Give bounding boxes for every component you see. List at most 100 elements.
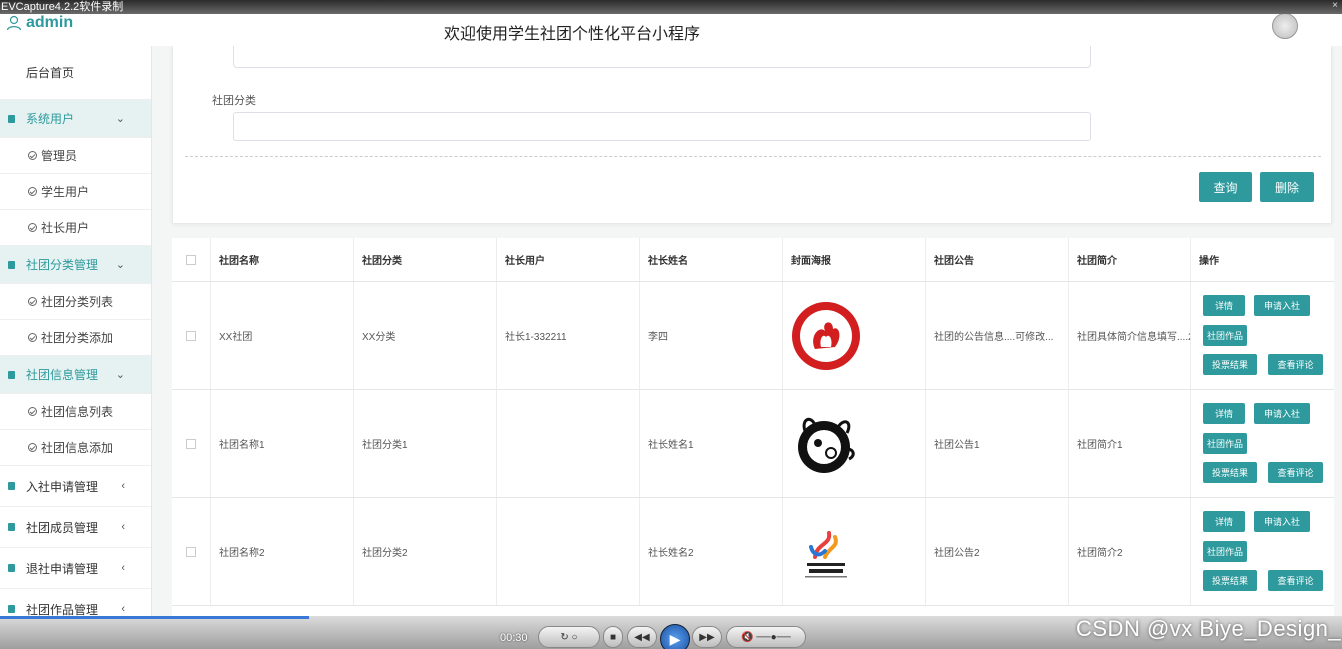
column-header[interactable]: 社团分类 [353, 238, 496, 281]
column-header[interactable]: 社团简介 [1068, 238, 1190, 281]
rewind-icon[interactable]: ◀◀ [627, 626, 657, 648]
view-comments-button[interactable]: 查看评论 [1268, 462, 1323, 483]
cell-name: 社团名称1 [210, 390, 353, 497]
chevron-down-icon: ⌄ [115, 113, 125, 125]
stop-icon[interactable]: ■ [603, 626, 623, 648]
sidebar-group-club-category[interactable]: 社团分类管理 ⌄ [0, 246, 151, 284]
select-all-checkbox[interactable] [186, 254, 196, 265]
playback-time: 00:30 [500, 632, 528, 644]
cell-category: 社团分类1 [353, 390, 496, 497]
category-search-input[interactable] [233, 112, 1091, 141]
sidebar-item-label: 社团信息列表 [41, 405, 114, 419]
row-checkbox[interactable] [186, 546, 196, 557]
view-comments-button[interactable]: 查看评论 [1268, 570, 1323, 591]
table-header-row: 社团名称 社团分类 社长用户 社长姓名 封面海报 社团公告 社团简介 操作 [172, 238, 1334, 282]
menu-group-icon [8, 564, 15, 572]
main-content: 社团分类 查询 删除 社团名称 社团分类 社长用户 社长姓名 封面海报 社团公告… [157, 42, 1342, 638]
club-works-button[interactable]: 社团作品 [1203, 325, 1247, 346]
view-comments-button[interactable]: 查看评论 [1268, 354, 1323, 375]
detail-button[interactable]: 详情 [1203, 295, 1245, 316]
capture-title-bar: EVCapture4.2.2软件录制 × [0, 0, 1342, 14]
sidebar-group-members[interactable]: 社团成员管理 ‹ [0, 507, 151, 548]
cell-notice: 社团公告1 [925, 390, 1068, 497]
cell-leader-user: 社长1-332211 [496, 282, 639, 389]
column-header[interactable]: 社团名称 [210, 238, 353, 281]
sidebar-group-club-info[interactable]: 社团信息管理 ⌄ [0, 356, 151, 394]
cell-category: XX分类 [353, 282, 496, 389]
search-panel: 社团分类 查询 删除 [172, 42, 1332, 224]
row-checkbox[interactable] [186, 438, 196, 449]
sidebar-item-student-users[interactable]: 学生用户 [0, 174, 151, 210]
cell-leader-user [496, 498, 639, 605]
table-row: 社团名称1 社团分类1 社长姓名1 社团公告1 社团简介1 详情 申请入社 社团… [172, 390, 1334, 498]
sidebar-group-system-users[interactable]: 系统用户 ⌄ [0, 100, 151, 138]
club-works-button[interactable]: 社团作品 [1203, 433, 1247, 454]
sidebar-item-info-list[interactable]: 社团信息列表 [0, 394, 151, 430]
vote-results-button[interactable]: 投票结果 [1203, 462, 1257, 483]
detail-button[interactable]: 详情 [1203, 511, 1245, 532]
sidebar-group-label: 社团成员管理 [26, 520, 99, 535]
club-works-button[interactable]: 社团作品 [1203, 541, 1247, 562]
cell-notice: 社团的公告信息....可修改... [925, 282, 1068, 389]
sidebar-item-label: 社长用户 [41, 221, 90, 235]
cell-actions: 详情 申请入社 社团作品 投票结果 查看评论 [1190, 282, 1334, 389]
row-select-cell [172, 282, 210, 389]
loop-icon[interactable]: ↻ ○ [538, 626, 600, 648]
sidebar-group-label: 社团作品管理 [26, 602, 99, 617]
sidebar-group-join-applications[interactable]: 入社申请管理 ‹ [0, 466, 151, 507]
poster-association-logo [792, 301, 860, 370]
sidebar-group-label: 系统用户 [26, 112, 75, 126]
cell-name: 社团名称2 [210, 498, 353, 605]
video-progress[interactable] [0, 616, 309, 619]
watermark: CSDN @vx Biye_Design_ [1076, 616, 1342, 641]
cell-poster [782, 282, 925, 389]
apply-join-button[interactable]: 申请入社 [1254, 403, 1310, 424]
sidebar-item-label: 管理员 [41, 149, 78, 163]
page-title: 欢迎使用学生社团个性化平台小程序 [444, 26, 701, 43]
user-icon [6, 15, 22, 31]
cell-leader-name: 社长姓名2 [639, 498, 782, 605]
sidebar-item-info-add[interactable]: 社团信息添加 [0, 430, 151, 466]
volume-slider[interactable]: 🔇 ──●── [726, 626, 806, 648]
table-row: XX社团 XX分类 社长1-332211 李四 社团的公告信息....可修改..… [172, 282, 1334, 390]
vote-results-button[interactable]: 投票结果 [1203, 570, 1257, 591]
check-circle-icon [28, 187, 37, 196]
check-circle-icon [28, 407, 37, 416]
play-icon[interactable]: ▶ [660, 624, 690, 649]
sidebar-group-leave-applications[interactable]: 退社申请管理 ‹ [0, 548, 151, 589]
sidebar-item-category-list[interactable]: 社团分类列表 [0, 284, 151, 320]
sidebar-item-category-add[interactable]: 社团分类添加 [0, 320, 151, 356]
category-field-label: 社团分类 [212, 95, 256, 107]
cell-actions: 详情 申请入社 社团作品 投票结果 查看评论 [1190, 390, 1334, 497]
sidebar-item-leader-users[interactable]: 社长用户 [0, 210, 151, 246]
apply-join-button[interactable]: 申请入社 [1254, 295, 1310, 316]
cell-poster [782, 498, 925, 605]
fast-forward-icon[interactable]: ▶▶ [692, 626, 722, 648]
column-header[interactable]: 封面海报 [782, 238, 925, 281]
table-row: 社团名称2 社团分类2 社长姓名2 社团公告2 社团简介2 详情 申请入社 社团 [172, 498, 1334, 606]
delete-button[interactable]: 删除 [1260, 172, 1314, 202]
column-header[interactable]: 社长姓名 [639, 238, 782, 281]
row-checkbox[interactable] [186, 330, 196, 341]
query-button[interactable]: 查询 [1199, 172, 1252, 202]
close-icon[interactable]: × [1332, 0, 1338, 12]
check-circle-icon [28, 443, 37, 452]
sidebar-group-label: 社团分类管理 [26, 258, 99, 272]
cell-leader-user [496, 390, 639, 497]
top-header: admin 欢迎使用学生社团个性化平台小程序 [0, 13, 1342, 46]
check-circle-icon [28, 333, 37, 342]
detail-button[interactable]: 详情 [1203, 403, 1245, 424]
chevron-down-icon: ⌄ [115, 259, 125, 271]
apply-join-button[interactable]: 申请入社 [1254, 511, 1310, 532]
sidebar-item-home[interactable]: 后台首页 [0, 46, 151, 100]
column-header[interactable]: 社团公告 [925, 238, 1068, 281]
menu-group-icon [8, 605, 15, 613]
vote-results-button[interactable]: 投票结果 [1203, 354, 1257, 375]
cell-intro: 社团具体简介信息填写....2 [1068, 282, 1190, 389]
cell-leader-name: 李四 [639, 282, 782, 389]
poster-committee-logo [805, 530, 847, 577]
sidebar-item-admin[interactable]: 管理员 [0, 138, 151, 174]
check-circle-icon [28, 297, 37, 306]
column-header[interactable]: 社长用户 [496, 238, 639, 281]
loading-spinner-icon [1272, 13, 1298, 39]
